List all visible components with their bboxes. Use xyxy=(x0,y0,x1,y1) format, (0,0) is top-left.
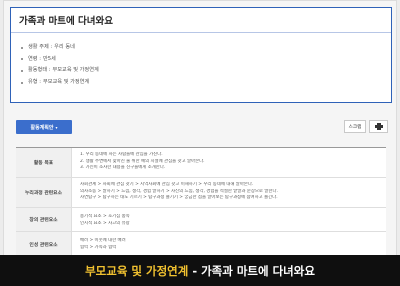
page-title: 가족과 마트에 다녀와요 xyxy=(19,16,114,27)
info-value: 부모교육 및 가정연계 xyxy=(42,78,90,85)
table-row: 누리과정 관련요소 사회관계 > 사회에 관심 갖기 > 지역사회에 관심 갖고… xyxy=(16,178,386,208)
info-key: 유형 : xyxy=(28,78,41,85)
bullet-icon xyxy=(21,46,23,49)
info-key: 생활 주제 : xyxy=(28,44,53,50)
caption-category: 부모교육 및 가정연계 xyxy=(85,263,189,278)
activity-info-card: 가족과 마트에 다녀와요 생활 주제 : 우리 동네 연령 : 만5세 활동형태… xyxy=(10,7,392,103)
row-line: 인지적 요소 > 사고의 유창 xyxy=(80,220,130,226)
bullet-icon xyxy=(21,81,23,84)
row-line: 의사소통 > 말하기 > 느낌, 생각, 경험 말하기 > 자신의 느낌, 생각… xyxy=(80,188,278,194)
row-line: 배려 > 이웃에 대한 배려 xyxy=(80,238,126,243)
row-line: 2. 생활 주변에서 찾아진 물 위한 예의 시설에 관심을 갖고 알아본다. xyxy=(80,158,205,164)
info-key: 연령 : xyxy=(28,55,41,62)
table-row: 창의 관련요소 용기적 요소 > 호기심 충족 인지적 요소 > 사고의 유창 xyxy=(16,208,386,232)
row-label: 누리과정 관련요소 xyxy=(16,178,72,207)
info-item-form: 활동형태 : 부모교육 및 가정연계 xyxy=(21,65,99,77)
info-item-age: 연령 : 만5세 xyxy=(21,54,99,66)
row-label: 인성 관련요소 xyxy=(16,232,72,257)
row-line: 사회관계 > 사회에 관심 갖기 > 지역사회에 관심 갖고 이해하기 > 우리… xyxy=(80,182,254,187)
activity-info-list: 생활 주제 : 우리 동네 연령 : 만5세 활동형태 : 부모교육 및 가정연… xyxy=(21,42,99,88)
row-content: 배려 > 이웃에 대한 배려 협력 > 가족과 협력 xyxy=(72,232,386,257)
bullet-icon xyxy=(21,69,23,72)
caption-separator: - xyxy=(192,263,198,278)
activity-plan-table: 활동 목표 1. 우리 동네에 사는 사람들에 관심을 가진다. 2. 생활 주… xyxy=(16,147,386,258)
info-item-type: 유형 : 부모교육 및 가정연계 xyxy=(21,77,99,89)
row-line: 용기적 요소 > 호기심 충족 xyxy=(80,214,130,219)
print-button[interactable] xyxy=(369,120,388,133)
info-value: 만5세 xyxy=(42,55,56,62)
info-value: 부모교육 및 가정연계 xyxy=(52,67,99,74)
row-content: 용기적 요소 > 호기심 충족 인지적 요소 > 사고의 유창 xyxy=(72,208,386,231)
content-panel: 가족과 마트에 다녀와요 생활 주제 : 우리 동네 연령 : 만5세 활동형태… xyxy=(3,0,397,286)
row-line: 3. 가신이 조사한 내용을 친구들에게 소개한다. xyxy=(80,165,166,171)
activity-plan-label: 활동계획안 xyxy=(30,124,54,131)
printer-icon xyxy=(374,123,383,130)
action-bar: 활동계획안 ▾ 스크랩 xyxy=(10,117,392,137)
activity-plan-dropdown[interactable]: 활동계획안 ▾ xyxy=(16,120,72,134)
row-line: 협력 > 가족과 협력 xyxy=(80,244,117,250)
chevron-down-icon: ▾ xyxy=(55,124,58,130)
row-line: 자연탐구 > 탐구하는 태도 기르기 > 탐구과정 즐기기 > 궁금한 점을 알… xyxy=(80,195,278,201)
table-row: 활동 목표 1. 우리 동네에 사는 사람들에 관심을 가진다. 2. 생활 주… xyxy=(16,148,386,178)
caption-title: 가족과 마트에 다녀와요 xyxy=(201,263,315,278)
info-key: 활동형태 : xyxy=(28,67,51,74)
scrap-button[interactable]: 스크랩 xyxy=(344,120,366,133)
caption-banner: 부모교육 및 가정연계 - 가족과 마트에 다녀와요 xyxy=(0,255,400,286)
row-line: 1. 우리 동네에 사는 사람들에 관심을 가진다. xyxy=(80,152,163,157)
title-bar: 가족과 마트에 다녀와요 xyxy=(11,8,391,33)
bullet-icon xyxy=(21,58,23,61)
row-content: 사회관계 > 사회에 관심 갖기 > 지역사회에 관심 갖고 이해하기 > 우리… xyxy=(72,178,386,207)
row-label: 활동 목표 xyxy=(16,148,72,177)
row-label: 창의 관련요소 xyxy=(16,208,72,231)
row-content: 1. 우리 동네에 사는 사람들에 관심을 가진다. 2. 생활 주변에서 찾아… xyxy=(72,148,386,177)
page: 가족과 마트에 다녀와요 생활 주제 : 우리 동네 연령 : 만5세 활동형태… xyxy=(0,0,400,286)
info-item-theme: 생활 주제 : 우리 동네 xyxy=(21,42,99,54)
info-value: 우리 동네 xyxy=(54,44,75,50)
